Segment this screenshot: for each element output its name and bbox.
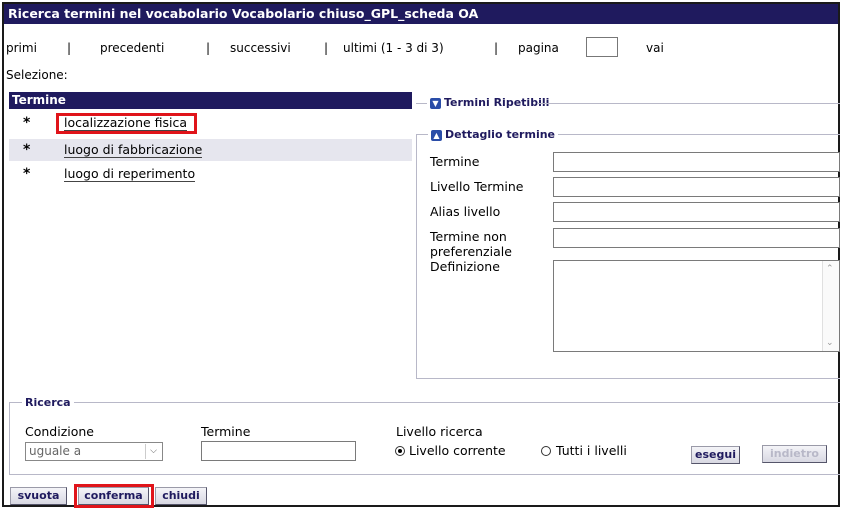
highlight-annotation [74,484,154,508]
repeated-terms-toggle[interactable]: ▼ Termini Ripetibili [427,96,553,109]
last-link[interactable]: ultimi (1 - 3 di 3) [343,41,444,55]
clear-button[interactable]: svuota [10,487,67,505]
condition-value: uguale a [29,444,82,458]
term-field[interactable] [553,152,840,172]
list-item[interactable]: * luogo di fabbricazione [9,139,412,161]
window-title: Ricerca termini nel vocabolario Vocabola… [4,4,838,24]
separator: | [324,41,329,55]
term-label: Termine [430,154,480,169]
search-term-label: Termine [201,424,251,439]
separator: | [206,41,211,55]
close-button[interactable]: chiudi [155,487,207,505]
back-button[interactable]: indietro [762,445,827,463]
chevron-down-icon[interactable]: ⌵ [145,444,161,459]
term-detail-toggle[interactable]: ▲ Dettaglio termine [428,128,558,141]
condition-select[interactable]: uguale a ⌵ [25,442,163,461]
term-link[interactable]: luogo di reperimento [64,167,196,182]
alias-field[interactable] [553,202,840,222]
radio-current-level[interactable] [395,446,405,456]
selection-label: Selezione: [6,68,68,82]
nonpref-label-line1: Termine non [430,229,507,244]
page-label: pagina [518,41,559,55]
bullet: * [23,115,31,131]
expand-arrow-icon: ▲ [431,129,442,141]
term-list-header: Termine [9,92,412,109]
radio-all-levels[interactable] [541,446,551,456]
term-link[interactable]: luogo di fabbricazione [64,143,203,158]
level-label: Livello Termine [430,179,524,194]
term-detail-legend: Dettaglio termine [445,128,555,141]
definition-textarea[interactable]: ⌃ ⌄ [553,260,840,352]
collapse-arrow-icon: ▼ [430,97,441,109]
list-item[interactable]: * luogo di reperimento [9,163,412,185]
bullet: * [23,142,31,158]
first-link[interactable]: primi [6,41,37,55]
separator: | [494,41,499,55]
fieldset-divider [537,103,840,104]
page-input[interactable] [586,37,618,57]
execute-button[interactable]: esegui [691,446,740,464]
search-term-input[interactable] [201,441,356,461]
highlight-annotation [56,113,197,134]
go-link[interactable]: vai [646,41,664,55]
scrollbar[interactable]: ⌃ ⌄ [822,261,839,351]
level-field[interactable] [553,177,840,197]
definition-label: Definizione [430,259,500,274]
current-level-label[interactable]: Livello corrente [409,444,506,458]
nonpref-label-line2: preferenziale [430,244,512,259]
alias-label: Alias livello [430,204,501,219]
condition-label: Condizione [25,424,95,439]
repeated-terms-legend: Termini Ripetibili [444,96,550,109]
scroll-down-icon[interactable]: ⌄ [826,338,834,348]
nonpref-field[interactable] [553,228,840,248]
search-legend: Ricerca [22,396,74,409]
scroll-up-icon[interactable]: ⌃ [826,264,834,274]
separator: | [67,41,72,55]
previous-link[interactable]: precedenti [100,41,164,55]
all-levels-label[interactable]: Tutti i livelli [556,444,627,458]
next-link[interactable]: successivi [230,41,291,55]
search-level-label: Livello ricerca [396,424,483,439]
bullet: * [23,166,31,182]
